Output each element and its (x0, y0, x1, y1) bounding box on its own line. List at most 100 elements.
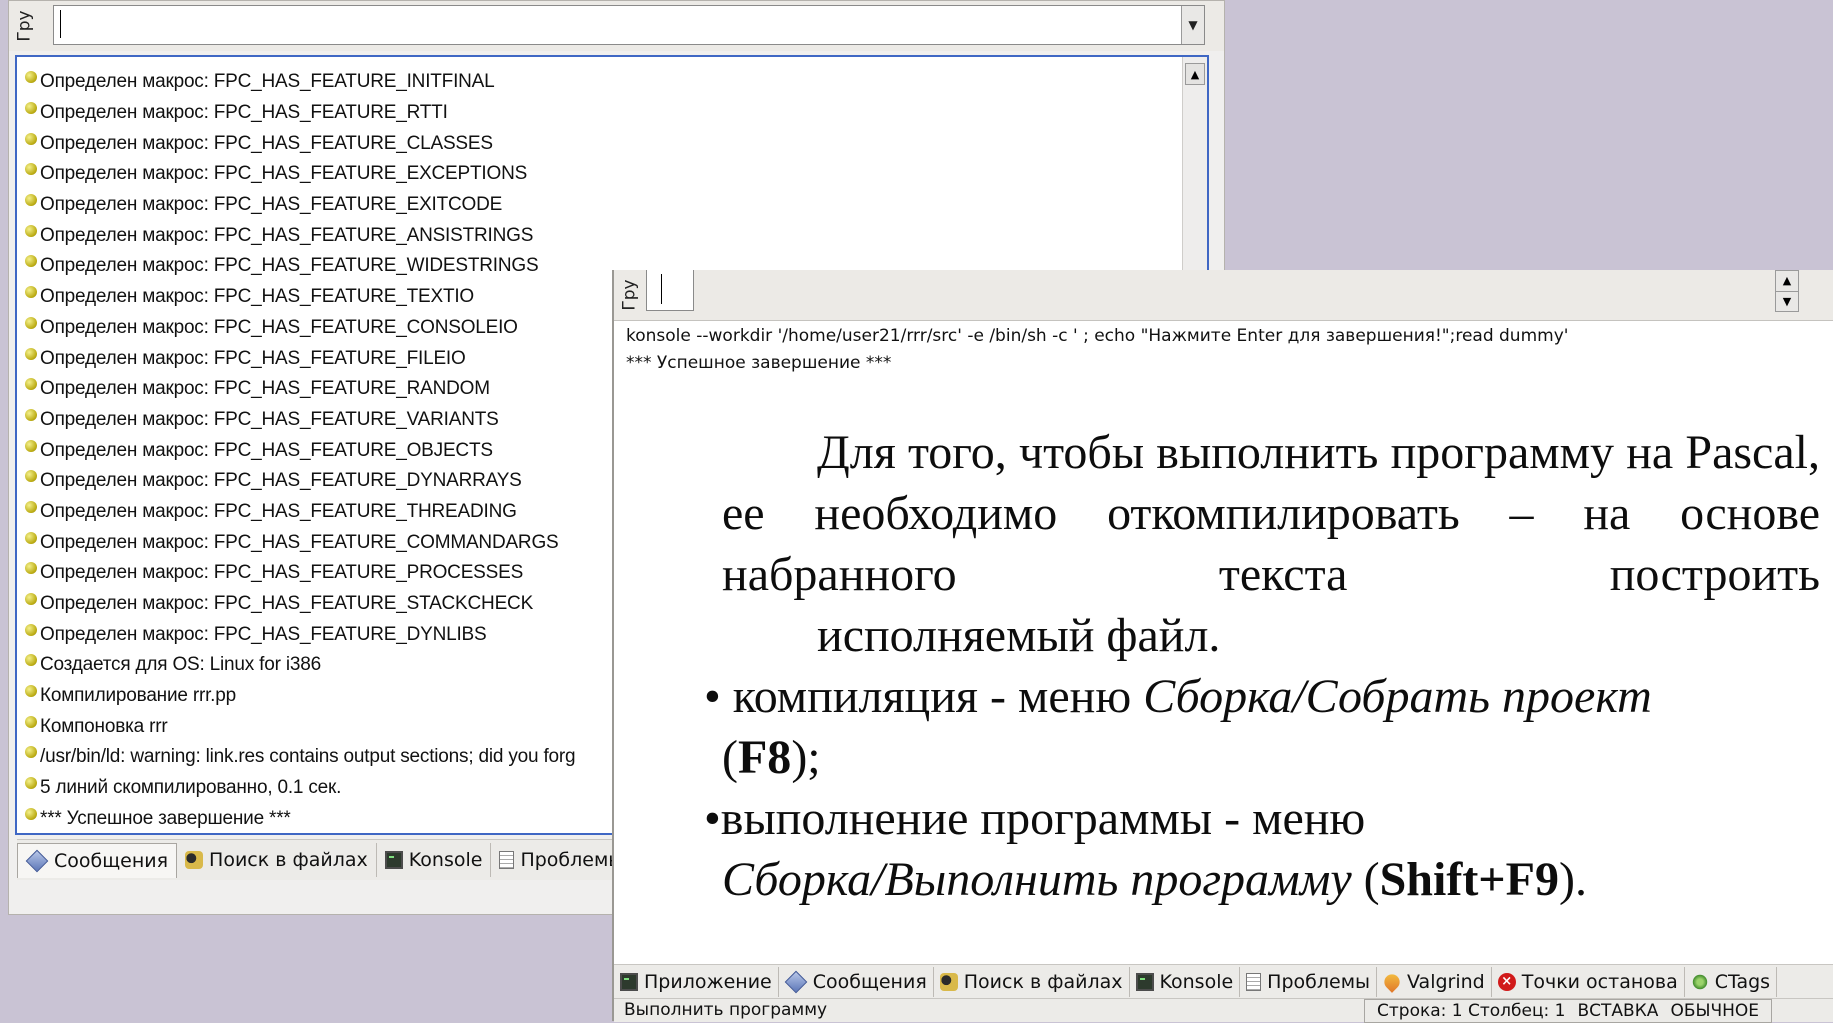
info-bullet-icon (25, 623, 37, 636)
info-bullet-icon (25, 470, 37, 483)
tab-1[interactable]: Сообщения (779, 967, 934, 997)
message-text: Определен макрос: FPC_HAS_FEATURE_RANDOM (40, 378, 490, 400)
tab-2[interactable]: Поиск в файлах (934, 967, 1130, 997)
message-row[interactable]: Определен макрос: FPC_HAS_FEATURE_EXITCO… (25, 190, 575, 221)
message-row[interactable]: Определен макрос: FPC_HAS_FEATURE_STACKC… (25, 589, 575, 620)
info-bullet-icon (25, 715, 37, 728)
message-text: Определен макрос: FPC_HAS_FEATURE_COMMAN… (40, 531, 559, 553)
filter-combobox[interactable]: ▼ (53, 5, 1205, 45)
tab-label: Поиск в файлах (209, 849, 368, 871)
document-icon (499, 851, 515, 869)
message-row[interactable]: Определен макрос: FPC_HAS_FEATURE_VARIAN… (25, 405, 575, 436)
kdevelop-window: Гру ▲ ▼ konsole --workdir '/home/user21/… (612, 270, 1833, 1023)
message-row[interactable]: Определен макрос: FPC_HAS_FEATURE_EXCEPT… (25, 159, 575, 190)
message-row[interactable]: Определен макрос: FPC_HAS_FEATURE_DYNLIB… (25, 619, 575, 650)
message-text: Компилирование rrr.pp (40, 685, 236, 707)
message-text: Определен макрос: FPC_HAS_FEATURE_PROCES… (40, 562, 524, 584)
scroll-spinner[interactable]: ▲ ▼ (1775, 270, 1799, 312)
message-row[interactable]: Создается для OS: Linux for i386 (25, 650, 575, 681)
message-row[interactable]: Определен макрос: FPC_HAS_FEATURE_INITFI… (25, 67, 575, 98)
group-vertical-tab[interactable]: Гру (9, 1, 41, 51)
bottom-tab-bar: Приложение Сообщения Поиск в файлах Konsole… (614, 964, 1833, 999)
message-row[interactable]: Определен макрос: FPC_HAS_FEATURE_PROCES… (25, 558, 575, 589)
cursor-position: Строка: 1 Столбец: 1 (1377, 1001, 1566, 1021)
message-row[interactable]: Определен макрос: FPC_HAS_FEATURE_FILEIO (25, 343, 575, 374)
message-text: /usr/bin/ld: warning: link.res contains … (40, 746, 576, 768)
message-row[interactable]: Определен макрос: FPC_HAS_FEATURE_CLASSE… (25, 128, 575, 159)
message-text: Определен макрос: FPC_HAS_FEATURE_EXITCO… (40, 194, 503, 216)
tab-3[interactable]: Konsole (1130, 967, 1241, 997)
message-text: *** Успешное завершение *** (40, 807, 291, 829)
ctags-icon (1692, 974, 1707, 990)
scroll-up-icon[interactable]: ▲ (1185, 63, 1205, 85)
bullet-run: •выполнение программы - меню (704, 792, 1366, 845)
message-row[interactable]: Определен макрос: FPC_HAS_FEATURE_ANSIST… (25, 220, 575, 251)
message-text: Создается для OS: Linux for i386 (40, 654, 321, 676)
terminal-icon (1135, 973, 1154, 991)
arrow-down-icon[interactable]: ▼ (1776, 292, 1798, 312)
text-caret (661, 274, 662, 304)
filter-combobox[interactable] (646, 270, 694, 311)
arrow-up-icon[interactable]: ▲ (1776, 271, 1798, 292)
tab-label: Сообщения (54, 849, 169, 872)
tab-1[interactable]: Поиск в файлах (177, 843, 377, 877)
info-bullet-icon (25, 102, 37, 115)
tab-6[interactable]: × Точки останова (1492, 967, 1685, 997)
message-text: Определен макрос: FPC_HAS_FEATURE_ANSIST… (40, 224, 534, 246)
tab-5[interactable]: Valgrind (1377, 967, 1492, 997)
message-row[interactable]: Определен макрос: FPC_HAS_FEATURE_COMMAN… (25, 527, 575, 558)
tab-label: Konsole (408, 849, 483, 871)
selection-mode[interactable]: ОБЫЧНОЕ (1670, 1001, 1759, 1021)
tab-label: Проблемы (1267, 971, 1371, 993)
message-row[interactable]: Определен макрос: FPC_HAS_FEATURE_WIDEST… (25, 251, 575, 282)
message-text: Определен макрос: FPC_HAS_FEATURE_WIDEST… (40, 255, 539, 277)
message-row[interactable]: Определен макрос: FPC_HAS_FEATURE_CONSOL… (25, 313, 575, 344)
bullet-run-menu: Сборка/Выполнить программу (Shift+F9). (722, 853, 1587, 906)
tab-0[interactable]: Приложение (614, 967, 779, 997)
info-bullet-icon (25, 132, 37, 145)
message-row[interactable]: Определен макрос: FPC_HAS_FEATURE_OBJECT… (25, 435, 575, 466)
message-row[interactable]: Определен макрос: FPC_HAS_FEATURE_TEXTIO (25, 282, 575, 313)
find-icon (185, 851, 204, 869)
message-text: Определен макрос: FPC_HAS_FEATURE_CLASSE… (40, 132, 493, 154)
tab-0[interactable]: Сообщения (17, 842, 178, 878)
message-text: Определен макрос: FPC_HAS_FEATURE_TEXTIO (40, 286, 475, 308)
info-bullet-icon (25, 408, 37, 421)
tab-label: CTags (1714, 971, 1771, 993)
slide-text: Для того, чтобы выполнить программу на P… (704, 422, 1820, 910)
message-text: Определен макрос: FPC_HAS_FEATURE_DYNLIB… (40, 623, 487, 645)
info-bullet-icon (25, 746, 37, 759)
terminal-icon (384, 851, 403, 869)
editor-status: Строка: 1 Столбец: 1 ВСТАВКА ОБЫЧНОЕ (1364, 999, 1773, 1023)
message-row[interactable]: Определен макрос: FPC_HAS_FEATURE_RTTI (25, 98, 575, 129)
message-row[interactable]: 5 линий скомпилированно, 0.1 сек. (25, 773, 575, 804)
info-bullet-icon (25, 286, 37, 299)
message-row[interactable]: Компилирование rrr.pp (25, 681, 575, 712)
info-bullet-icon (25, 255, 37, 268)
message-text: Определен макрос: FPC_HAS_FEATURE_EXCEPT… (40, 163, 528, 185)
tab-4[interactable]: Проблемы (1240, 967, 1378, 997)
message-text: Определен макрос: FPC_HAS_FEATURE_DYNARR… (40, 470, 522, 492)
message-row[interactable]: Определен макрос: FPC_HAS_FEATURE_DYNARR… (25, 466, 575, 497)
message-row[interactable]: /usr/bin/ld: warning: link.res contains … (25, 742, 576, 773)
rocket-icon (1381, 971, 1403, 993)
message-text: Определен макрос: FPC_HAS_FEATURE_CONSOL… (40, 316, 518, 338)
tab-2[interactable]: Konsole (377, 843, 492, 877)
message-text: 5 линий скомпилированно, 0.1 сек. (40, 777, 342, 799)
info-bullet-icon (25, 378, 37, 391)
tab-label: Точки останова (1521, 971, 1678, 993)
info-bullet-icon (25, 194, 37, 207)
info-bullet-icon (25, 71, 37, 84)
filter-toolbar: Гру ▼ (9, 1, 1224, 51)
tab-7[interactable]: CTags (1685, 967, 1778, 997)
group-vertical-tab[interactable]: Гру (614, 270, 646, 320)
insert-mode[interactable]: ВСТАВКА (1578, 1001, 1659, 1021)
message-row[interactable]: Определен макрос: FPC_HAS_FEATURE_RANDOM (25, 374, 575, 405)
info-bullet-icon (25, 163, 37, 176)
message-row[interactable]: Компоновка rrr (25, 711, 575, 742)
info-bullet-icon (25, 807, 37, 820)
document-icon (1246, 973, 1262, 991)
chevron-down-icon[interactable]: ▼ (1181, 6, 1204, 44)
message-row[interactable]: Определен макрос: FPC_HAS_FEATURE_THREAD… (25, 497, 575, 528)
message-row[interactable]: *** Успешное завершение *** (25, 804, 575, 834)
